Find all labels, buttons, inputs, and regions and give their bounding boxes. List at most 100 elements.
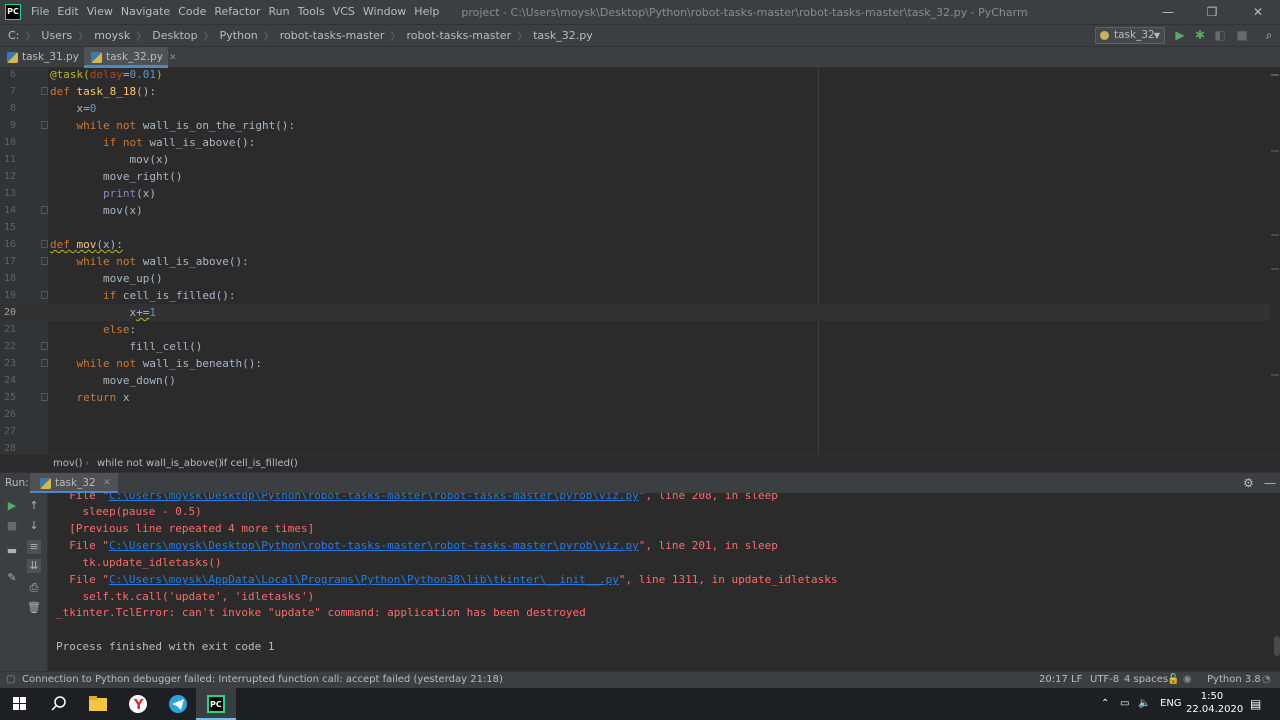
status-message[interactable]: Connection to Python debugger failed: In… (22, 672, 503, 688)
language-indicator[interactable]: ENG (1160, 688, 1182, 720)
menu-file[interactable]: File (27, 0, 53, 24)
action-center-icon[interactable]: ▤ (1250, 688, 1261, 720)
menu-run[interactable]: Run (265, 0, 294, 24)
search-icon[interactable] (40, 688, 80, 720)
menu-view[interactable]: View (83, 0, 117, 24)
network-icon[interactable]: ▭ (1120, 688, 1129, 720)
file-link[interactable]: C:\Users\moysk\AppData\Local\Programs\Py… (109, 573, 619, 586)
menu-window[interactable]: Window (359, 0, 410, 24)
run-icon[interactable]: ▶ (1173, 28, 1187, 42)
console-scrollbar[interactable] (1274, 636, 1280, 656)
code-line[interactable]: 28 (0, 440, 1270, 454)
soft-wrap-icon[interactable]: ≡ (27, 540, 41, 554)
crumb-while[interactable]: while not wall_is_above() (97, 455, 222, 472)
event-log-icon[interactable]: ▢ (6, 672, 15, 688)
crumb-desktop[interactable]: Desktop (152, 29, 197, 42)
telegram-icon[interactable] (158, 688, 198, 720)
close-tab-icon[interactable]: ✕ (169, 53, 177, 63)
search-icon[interactable]: ⌕ (1262, 28, 1276, 42)
debug-icon[interactable]: ✱ (1193, 28, 1207, 42)
code-line[interactable]: 17 while not wall_is_above(): (0, 253, 1270, 270)
code-line[interactable]: 14 mov(x) (0, 202, 1270, 219)
line-separator[interactable]: LF (1071, 672, 1082, 688)
code-line[interactable]: 15 (0, 219, 1270, 236)
code-line[interactable]: 19 if cell_is_filled(): (0, 287, 1270, 304)
pin-icon[interactable]: ✎ (5, 571, 19, 585)
code-line[interactable]: 23 while not wall_is_beneath(): (0, 355, 1270, 372)
pycharm-taskbar-icon[interactable]: PC (196, 688, 236, 720)
minimize-panel-icon[interactable]: — (1264, 476, 1276, 490)
rerun-icon[interactable]: ▶ (5, 499, 19, 513)
code-line[interactable]: 8 x=0 (0, 100, 1270, 117)
code-line[interactable]: 21 else: (0, 321, 1270, 338)
fold-marker-icon[interactable] (41, 291, 48, 299)
menu-code[interactable]: Code (174, 0, 210, 24)
layout-icon[interactable]: ▬ (5, 544, 19, 558)
crumb-users[interactable]: Users (41, 29, 72, 42)
code-line[interactable]: 11 mov(x) (0, 151, 1270, 168)
crumb-drive[interactable]: C: (8, 29, 19, 42)
windows-start-icon[interactable] (0, 688, 40, 720)
maximize-button[interactable]: ❐ (1190, 0, 1234, 24)
python-interpreter[interactable]: Python 3.8 (1207, 672, 1261, 688)
code-line[interactable]: 10 if not wall_is_above(): (0, 134, 1270, 151)
code-line[interactable]: 9 while not wall_is_on_the_right(): (0, 117, 1270, 134)
coverage-icon[interactable]: ◧ (1213, 28, 1227, 42)
console-output[interactable]: File "C:\Users\moysk\Desktop\Python\robo… (48, 493, 1280, 671)
scroll-to-end-icon[interactable]: ⇊ (27, 559, 41, 573)
tray-expand-icon[interactable]: ⌃ (1101, 688, 1109, 720)
crumb-robot-tasks-master[interactable]: robot-tasks-master (280, 29, 385, 42)
menu-help[interactable]: Help (410, 0, 443, 24)
fold-marker-icon[interactable] (41, 121, 48, 129)
yandex-browser-icon[interactable]: Y (118, 688, 158, 720)
code-line[interactable]: 22 fill_cell() (0, 338, 1270, 355)
fold-marker-icon[interactable] (41, 206, 48, 214)
code-line[interactable]: 25 return x (0, 389, 1270, 406)
lock-icon[interactable]: 🔓 (1167, 672, 1179, 688)
tab-task-31[interactable]: task_31.py (0, 47, 80, 68)
fold-marker-icon[interactable] (41, 240, 48, 248)
file-link[interactable]: C:\Users\moysk\Desktop\Python\robot-task… (109, 539, 639, 552)
close-tab-icon[interactable]: ✕ (103, 473, 111, 494)
code-line[interactable]: 24 move_down() (0, 372, 1270, 389)
fold-marker-icon[interactable] (41, 393, 48, 401)
minimize-button[interactable]: — (1146, 0, 1190, 24)
code-line[interactable]: 7 def task_8_18(): (0, 83, 1270, 100)
menu-tools[interactable]: Tools (294, 0, 329, 24)
fold-marker-icon[interactable] (41, 87, 48, 95)
up-arrow-icon[interactable]: ↑ (27, 499, 41, 513)
crumb-moysk[interactable]: moysk (94, 29, 130, 42)
code-line[interactable]: 18 move_up() (0, 270, 1270, 287)
stop-icon[interactable]: ■ (1235, 28, 1249, 42)
fold-marker-icon[interactable] (41, 257, 48, 265)
code-line[interactable]: 27 (0, 423, 1270, 440)
fold-marker-icon[interactable] (41, 342, 48, 350)
code-editor[interactable]: 6 @task(delay=0.01) 7 def task_8_18(): 8 x… (0, 68, 1280, 454)
clock[interactable]: 1:50 22.04.2020 (1186, 690, 1243, 716)
editor-scrollbar[interactable] (1270, 68, 1280, 454)
crumb-mov[interactable]: mov() (53, 455, 83, 472)
close-window-button[interactable]: ✕ (1236, 0, 1280, 24)
crumb-robot-tasks-master-inner[interactable]: robot-tasks-master (406, 29, 511, 42)
file-encoding[interactable]: UTF-8 (1090, 672, 1119, 688)
menu-refactor[interactable]: Refactor (210, 0, 264, 24)
fold-marker-icon[interactable] (41, 359, 48, 367)
gear-icon[interactable]: ⚙ (1243, 476, 1254, 490)
menu-edit[interactable]: Edit (53, 0, 82, 24)
code-line[interactable]: 26 (0, 406, 1270, 423)
file-explorer-icon[interactable] (78, 688, 118, 720)
code-line[interactable]: 13 print(x) (0, 185, 1270, 202)
trash-icon[interactable]: 🗑 (27, 601, 41, 615)
code-line[interactable]: 12 move_right() (0, 168, 1270, 185)
down-arrow-icon[interactable]: ↓ (27, 519, 41, 533)
file-link[interactable]: C:\Users\moysk\Desktop\Python\robot-task… (109, 493, 639, 502)
code-line[interactable]: 16 def mov(x): (0, 236, 1270, 253)
stop-icon[interactable]: ■ (5, 519, 19, 533)
notifications-icon[interactable]: ◔ (1262, 672, 1271, 688)
menu-vcs[interactable]: VCS (329, 0, 359, 24)
menu-navigate[interactable]: Navigate (117, 0, 174, 24)
run-configuration-select[interactable]: task_32 ▼ (1095, 27, 1165, 44)
crumb-if[interactable]: if cell_is_filled() (221, 455, 298, 472)
run-tab-task-32[interactable]: task_32 ✕ (30, 473, 118, 494)
crumb-python[interactable]: Python (220, 29, 258, 42)
